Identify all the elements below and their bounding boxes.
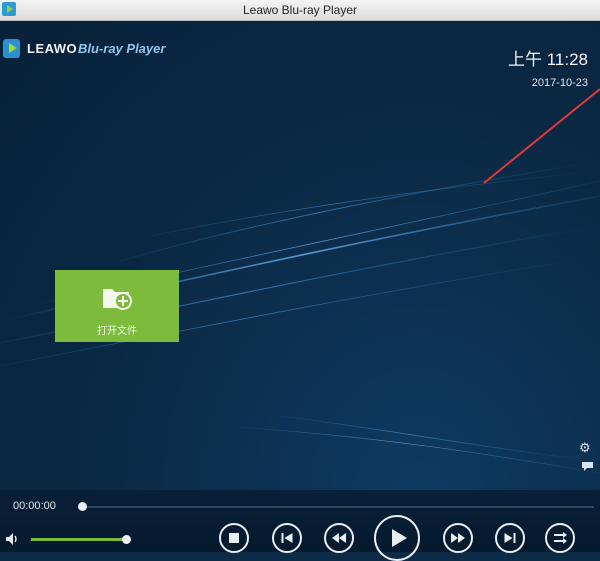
volume-handle[interactable] xyxy=(122,535,131,544)
rewind-icon xyxy=(332,533,346,543)
skip-back-icon xyxy=(281,533,293,543)
title-bar: Leawo Blu-ray Player xyxy=(0,0,600,21)
fast-forward-button[interactable] xyxy=(443,523,473,553)
rewind-button[interactable] xyxy=(324,523,354,553)
volume-icon[interactable] xyxy=(5,532,21,546)
volume-level xyxy=(31,538,127,541)
next-button[interactable] xyxy=(495,523,525,553)
subtitle-icon[interactable] xyxy=(581,461,594,472)
open-file-label: 打开文件 xyxy=(97,326,137,337)
annotation-red-line xyxy=(483,88,600,184)
folder-add-icon xyxy=(103,289,132,310)
open-file-button[interactable]: 打开文件 xyxy=(55,270,179,342)
stop-button[interactable] xyxy=(219,523,249,553)
window-title: Leawo Blu-ray Player xyxy=(242,3,358,17)
gear-icon[interactable]: ⚙ xyxy=(579,440,591,456)
skip-forward-icon xyxy=(504,533,516,543)
control-bar: 00:00:00 xyxy=(0,490,600,561)
video-stage[interactable]: LEAWO Blu-ray Player 上午 11:28 2017-10-23… xyxy=(0,21,600,490)
playlist-button[interactable] xyxy=(545,523,575,553)
seek-handle[interactable] xyxy=(78,502,87,511)
current-time: 00:00:00 xyxy=(13,500,56,512)
fast-forward-icon xyxy=(451,533,465,543)
playlist-icon xyxy=(554,532,567,544)
play-icon xyxy=(392,529,407,547)
previous-button[interactable] xyxy=(272,523,302,553)
volume-slider[interactable] xyxy=(31,538,127,541)
stop-icon xyxy=(229,533,239,543)
play-button[interactable] xyxy=(374,515,420,561)
seek-bar[interactable] xyxy=(84,506,594,508)
